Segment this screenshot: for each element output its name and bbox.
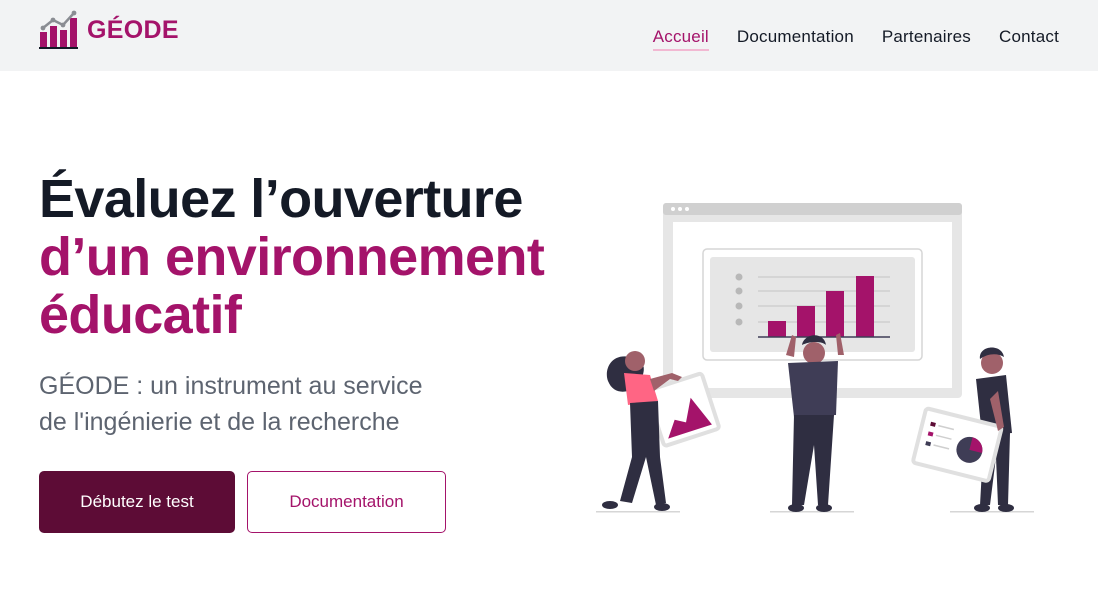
nav-item-documentation[interactable]: Documentation bbox=[737, 25, 854, 51]
hero-title-line-3: éducatif bbox=[39, 285, 242, 345]
hero-title-line-1: Évaluez l’ouverture bbox=[39, 169, 523, 229]
hero-subtitle-line-2: de l'ingénierie et de la recherche bbox=[39, 408, 400, 436]
navbar: GÉODE Accueil Documentation Partenaires … bbox=[0, 0, 1098, 71]
hero-subtitle: GÉODE : un instrument au service de l'in… bbox=[39, 368, 499, 440]
bar-chart-logo-icon bbox=[39, 10, 78, 49]
main-nav: Accueil Documentation Partenaires Contac… bbox=[652, 25, 1059, 51]
nav-item-partenaires[interactable]: Partenaires bbox=[882, 25, 971, 51]
hero-title-line-2: d’un environnement bbox=[39, 227, 545, 287]
woman-with-chart-illustration bbox=[596, 351, 721, 513]
hero-title: Évaluez l’ouverture d’un environnement é… bbox=[39, 170, 599, 344]
nav-item-accueil[interactable]: Accueil bbox=[652, 25, 709, 51]
brand[interactable]: GÉODE bbox=[39, 10, 179, 50]
nav-item-contact[interactable]: Contact bbox=[999, 25, 1059, 51]
documentation-button[interactable]: Documentation bbox=[247, 471, 446, 533]
start-test-button[interactable]: Débutez le test bbox=[39, 471, 235, 533]
hero-subtitle-line-1: GÉODE : un instrument au service bbox=[39, 372, 423, 400]
brand-name: GÉODE bbox=[87, 16, 179, 44]
hero-illustration bbox=[596, 203, 1034, 513]
